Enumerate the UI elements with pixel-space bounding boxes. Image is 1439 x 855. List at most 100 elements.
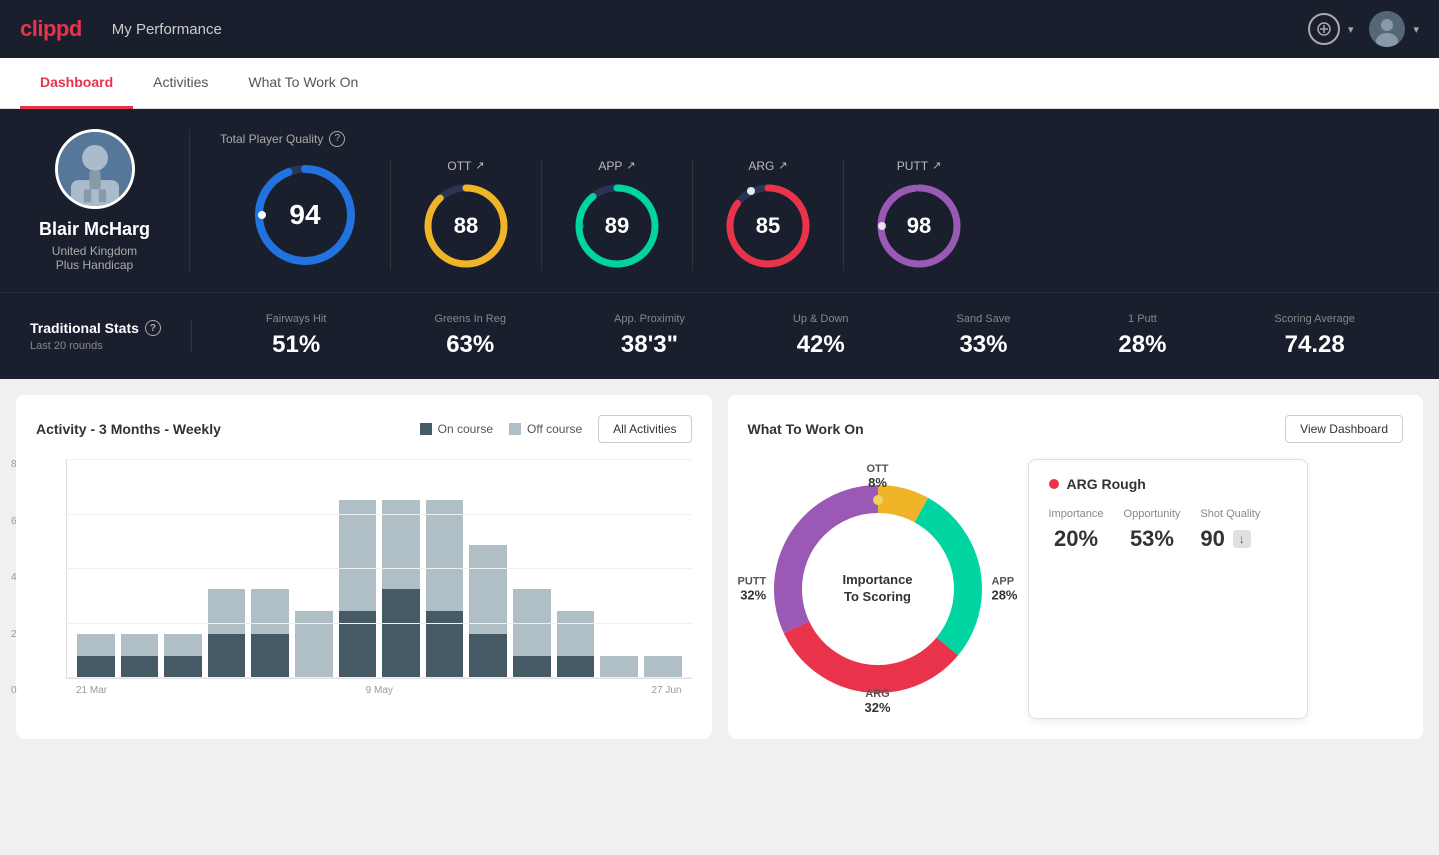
score-card-putt-label: PUTT ↗ [897, 159, 942, 173]
bar-on-3 [208, 634, 246, 678]
bar-off-13 [644, 656, 682, 678]
all-activities-button[interactable]: All Activities [598, 415, 691, 443]
bar-on-7 [382, 589, 420, 678]
tab-activities[interactable]: Activities [133, 58, 228, 109]
detail-metric-shot-quality-label: Shot Quality [1200, 508, 1260, 520]
work-content: ImportanceTo Scoring OTT 8% APP 28% ARG … [748, 459, 1404, 719]
gauge-total-value: 94 [289, 199, 320, 231]
y-label-4: 4 [11, 572, 17, 583]
bar-on-2 [164, 656, 202, 678]
stat-up-down-name: Up & Down [793, 313, 849, 325]
bar-on-1 [121, 656, 159, 678]
avatar[interactable] [1369, 11, 1405, 47]
bar-off-10 [513, 589, 551, 656]
stat-1-putt-name: 1 Putt [1118, 313, 1166, 325]
stat-fairways-hit: Fairways Hit 51% [266, 313, 327, 359]
donut-label-putt: PUTT 32% [738, 576, 767, 603]
score-card-putt: PUTT ↗ 98 [844, 159, 994, 271]
stat-up-down: Up & Down 42% [793, 313, 849, 359]
bar-group-11 [557, 459, 595, 678]
detail-metric-opportunity-label: Opportunity [1124, 508, 1181, 520]
add-button[interactable] [1308, 13, 1340, 45]
view-dashboard-button[interactable]: View Dashboard [1285, 415, 1403, 443]
legend-on-course: On course [420, 422, 493, 436]
player-avatar [55, 129, 135, 209]
player-name: Blair McHarg [39, 219, 150, 240]
score-card-app-label: APP ↗ [598, 159, 635, 173]
legend-off-course: Off course [509, 422, 582, 436]
legend-on-course-label: On course [438, 422, 493, 436]
avatar-group[interactable]: ▾ [1369, 11, 1419, 47]
score-card-arg: ARG ↗ 85 [693, 159, 844, 271]
x-labels: 21 Mar 9 May 27 Jun [66, 679, 692, 696]
stat-up-down-value: 42% [793, 331, 849, 359]
donut-center-text: ImportanceTo Scoring [842, 572, 912, 606]
score-card-app: APP ↗ 89 [542, 159, 693, 271]
bar-group-8 [426, 459, 464, 678]
bar-group-1 [121, 459, 159, 678]
bar-on-9 [469, 634, 507, 678]
stat-app-proximity-name: App. Proximity [614, 313, 685, 325]
work-title: What To Work On [748, 421, 864, 437]
x-label-mar: 21 Mar [76, 685, 107, 696]
quality-help-icon[interactable]: ? [329, 131, 345, 147]
gauge-putt-value: 98 [907, 213, 931, 239]
y-label-6: 6 [11, 516, 17, 527]
bar-on-11 [557, 656, 595, 678]
detail-metric-shot-quality-value: 90 [1200, 526, 1224, 552]
chart-card: Activity - 3 Months - Weekly On course O… [16, 395, 712, 739]
gauge-ott: 88 [421, 181, 511, 271]
detail-metric-importance-value: 20% [1049, 526, 1104, 552]
player-country: United Kingdom [52, 244, 137, 258]
gauge-total: 94 [250, 160, 360, 270]
bar-group-13 [644, 459, 682, 678]
donut-label-app: APP 28% [991, 576, 1017, 603]
detail-metric-importance-label: Importance [1049, 508, 1104, 520]
score-card-total: 94 [220, 160, 391, 270]
detail-metrics: Importance 20% Opportunity 53% Shot Qual… [1049, 508, 1287, 552]
stat-greens-in-reg-value: 63% [434, 331, 506, 359]
quality-section: Total Player Quality ? 94 OTT ↗ [190, 131, 1409, 271]
plus-icon [1317, 22, 1331, 36]
x-label-jun: 27 Jun [651, 685, 681, 696]
bar-group-9 [469, 459, 507, 678]
bar-group-6 [339, 459, 377, 678]
bar-off-3 [208, 589, 246, 633]
chart-header: Activity - 3 Months - Weekly On course O… [36, 415, 692, 443]
detail-metric-opportunity-value: 53% [1124, 526, 1181, 552]
stats-values: Fairways Hit 51% Greens In Reg 63% App. … [192, 313, 1409, 359]
tab-what-to-work-on[interactable]: What To Work On [228, 58, 378, 109]
chart-title: Activity - 3 Months - Weekly [36, 421, 221, 437]
bar-group-12 [600, 459, 638, 678]
detail-metric-shot-quality-row: 90 ↓ [1200, 526, 1260, 552]
add-chevron: ▾ [1348, 23, 1354, 36]
bar-off-6 [339, 500, 377, 611]
gauge-app-value: 89 [605, 213, 629, 239]
bar-off-1 [121, 634, 159, 656]
chart-legend: On course Off course [420, 422, 583, 436]
detail-metric-shot-quality: Shot Quality 90 ↓ [1200, 508, 1260, 552]
stat-help-icon[interactable]: ? [145, 320, 161, 336]
stat-sand-save-value: 33% [957, 331, 1011, 359]
add-button-group[interactable]: ▾ [1308, 13, 1354, 45]
bar-on-6 [339, 611, 377, 678]
stat-1-putt-value: 28% [1118, 331, 1166, 359]
y-label-2: 2 [11, 629, 17, 640]
work-card: What To Work On View Dashboard [728, 395, 1424, 739]
bar-group-5 [295, 459, 333, 678]
bar-off-9 [469, 545, 507, 634]
donut-label-ott: OTT 8% [867, 463, 889, 490]
gauge-app: 89 [572, 181, 662, 271]
avatar-chevron: ▾ [1413, 23, 1419, 36]
score-card-arg-label: ARG ↗ [748, 159, 787, 173]
score-cards: 94 OTT ↗ 88 APP ↗ [220, 159, 1409, 271]
bar-group-0 [77, 459, 115, 678]
logo: clippd [20, 16, 82, 42]
stat-1-putt: 1 Putt 28% [1118, 313, 1166, 359]
gauge-arg-value: 85 [756, 213, 780, 239]
stat-label-text: Traditional Stats ? [30, 320, 161, 336]
tab-dashboard[interactable]: Dashboard [20, 58, 133, 109]
player-info: Blair McHarg United Kingdom Plus Handica… [30, 129, 190, 272]
avatar-icon [1369, 11, 1405, 47]
bar-off-0 [77, 634, 115, 656]
